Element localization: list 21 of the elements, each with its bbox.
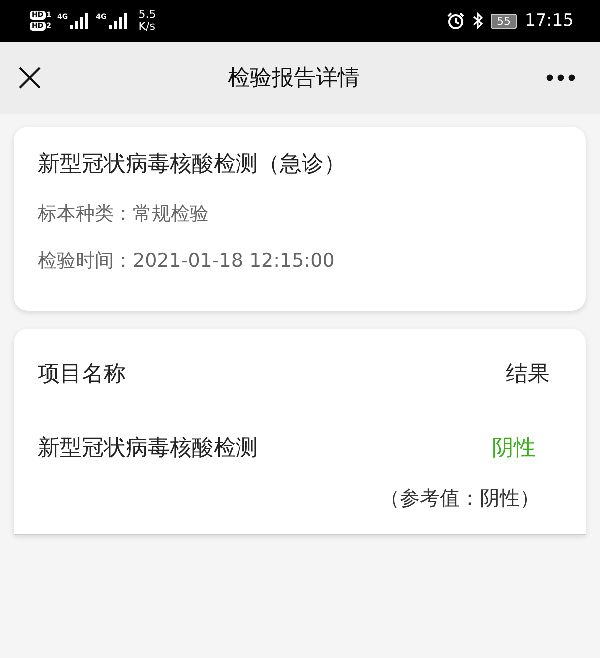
close-icon (18, 66, 42, 90)
info-line: 检验时间：2021-01-18 12:15:00 (38, 249, 336, 274)
speed-value: 5.5 (138, 9, 156, 21)
reference-value: （参考值：阴性） (380, 486, 540, 510)
info-line: 标本种类：常规检验 (38, 202, 210, 227)
more-icon (546, 74, 576, 82)
page-title: 检验报告详情 (228, 65, 360, 93)
bluetooth-icon (473, 12, 483, 30)
speed-unit: K/s (138, 21, 156, 33)
alarm-icon (447, 12, 465, 30)
column-header: 结果 (506, 361, 550, 389)
result-value: 阴性 (492, 435, 536, 463)
column-header: 项目名称 (38, 361, 126, 389)
signal-icon (108, 13, 129, 29)
test-title: 新型冠状病毒核酸检测（急诊） (38, 151, 347, 179)
battery-level: 55 (491, 14, 517, 28)
clock-time: 17:15 (525, 11, 574, 31)
test-name: 新型冠状病毒核酸检测 (38, 435, 258, 463)
signal-icon (70, 13, 90, 29)
more-button[interactable] (546, 74, 576, 82)
close-button[interactable] (18, 66, 42, 90)
